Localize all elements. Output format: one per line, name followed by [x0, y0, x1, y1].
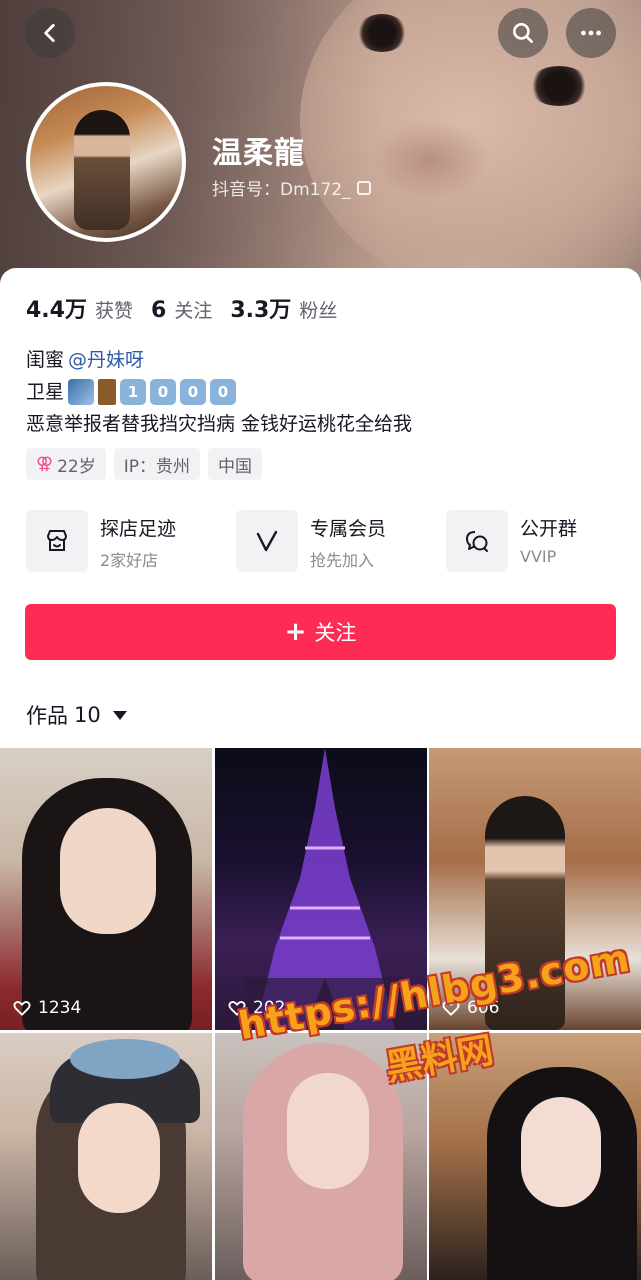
- stat-number: 4.4万: [26, 298, 87, 323]
- age-tag: ⚢ 22岁: [26, 448, 106, 480]
- service-membership[interactable]: 专属会员 抢先加入: [236, 510, 386, 576]
- more-dots-icon: [581, 30, 601, 36]
- stat-number: 6: [151, 298, 167, 323]
- tags-row: ⚢ 22岁 IP：贵州 中国: [26, 448, 262, 480]
- more-button[interactable]: [566, 8, 616, 58]
- mention-link[interactable]: @丹妹呀: [68, 344, 144, 376]
- ip-tag: IP：贵州: [113, 448, 200, 480]
- like-count: 1234: [12, 998, 81, 1018]
- bio-text: 闺蜜: [26, 349, 65, 371]
- heart-icon: [13, 1001, 31, 1016]
- works-label: 作品: [26, 704, 68, 728]
- profile-card: 4.4万 获赞 6 关注 3.3万 粉丝 闺蜜 @丹妹呀 卫星 1 0 0 0 …: [0, 268, 641, 748]
- caret-down-icon: [112, 710, 127, 720]
- copy-icon[interactable]: [356, 180, 371, 195]
- shark-sticker: [70, 1039, 180, 1079]
- vip-v-icon: [256, 530, 278, 552]
- douyin-id[interactable]: 抖音号：Dm172_: [212, 175, 371, 200]
- digit-emoji: 1: [120, 379, 147, 405]
- bio-text: 卫星: [26, 381, 65, 403]
- stat-number: 3.3万: [230, 298, 292, 323]
- digit-emoji: 0: [180, 379, 207, 405]
- bio-line: 恶意举报者替我挡灾挡病 金钱好运桃花全给我: [26, 413, 413, 435]
- age-text: 22岁: [57, 456, 96, 477]
- shop-icon: [47, 530, 67, 551]
- search-icon: [513, 23, 533, 43]
- bio-line: 卫星 1 0 0 0: [26, 376, 412, 408]
- username: 温柔龍: [212, 136, 305, 171]
- bio-line: 闺蜜 @丹妹呀: [26, 344, 412, 376]
- follow-button[interactable]: + 关注: [25, 604, 616, 660]
- stat-label: 获赞: [94, 300, 133, 322]
- service-subtitle: 抢先加入: [310, 551, 375, 570]
- digit-emoji: 0: [210, 379, 237, 405]
- service-public-group[interactable]: 公开群 VVIP: [446, 510, 577, 576]
- country-tag: 中国: [207, 448, 262, 480]
- female-icon: ⚢: [36, 454, 54, 474]
- stat-followers[interactable]: 3.3万 粉丝: [230, 292, 337, 324]
- back-button[interactable]: [25, 8, 75, 58]
- service-title: 公开群: [520, 518, 578, 540]
- bio: 闺蜜 @丹妹呀 卫星 1 0 0 0 恶意举报者替我挡灾挡病 金钱好运桃花全给我: [26, 344, 412, 440]
- service-subtitle: VVIP: [520, 547, 557, 566]
- search-button[interactable]: [498, 8, 548, 58]
- service-title: 探店足迹: [100, 518, 177, 540]
- service-title: 专属会员: [310, 518, 387, 540]
- digit-emoji: 0: [150, 379, 177, 405]
- stat-label: 粉丝: [299, 300, 338, 322]
- works-count: 10: [74, 703, 101, 727]
- douyin-id-text: 抖音号：Dm172_: [212, 180, 351, 200]
- service-shop-visits[interactable]: 探店足迹 2家好店: [26, 510, 176, 576]
- works-tab[interactable]: 作品 10: [26, 700, 127, 730]
- back-arrow-icon: [44, 24, 55, 42]
- services-row: 探店足迹 2家好店 专属会员 抢先加入 公开群 VVIP: [26, 510, 616, 576]
- stat-likes[interactable]: 4.4万 获赞: [26, 292, 133, 324]
- follow-label: 关注: [314, 621, 357, 645]
- video-thumbnail[interactable]: 1234: [0, 748, 212, 1030]
- avatar[interactable]: [26, 82, 186, 242]
- stat-label: 关注: [174, 300, 213, 322]
- service-subtitle: 2家好店: [100, 551, 159, 570]
- video-thumbnail[interactable]: [0, 1033, 212, 1280]
- door-emoji-icon: [98, 379, 117, 405]
- group-chat-icon: [466, 531, 488, 552]
- like-count-text: 1234: [38, 998, 82, 1018]
- satellite-emoji-icon: [68, 379, 95, 405]
- plus-icon: +: [284, 617, 307, 647]
- stat-following[interactable]: 6 关注: [151, 296, 212, 323]
- stats-row: 4.4万 获赞 6 关注 3.3万 粉丝: [26, 292, 337, 324]
